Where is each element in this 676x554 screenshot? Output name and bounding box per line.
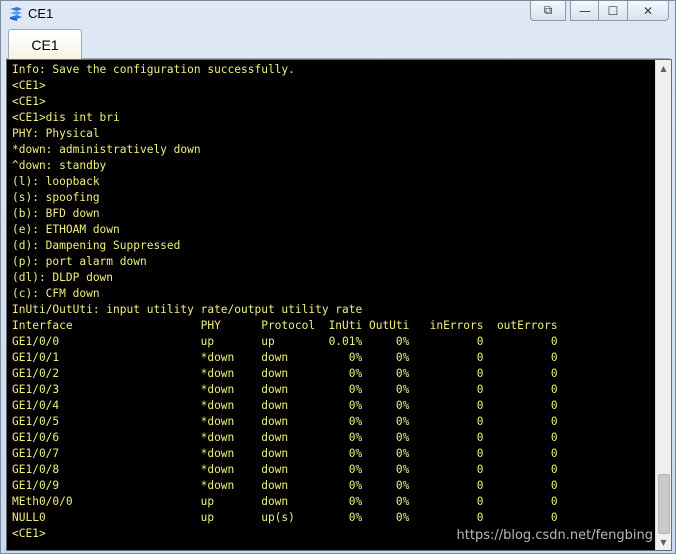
console-line: (c): CFM down bbox=[12, 287, 100, 300]
console-line: GE1/0/7 *down down 0% 0% 0 0 bbox=[12, 447, 558, 460]
console-output: Info: Save the configuration successfull… bbox=[12, 62, 652, 548]
maximize-button[interactable]: ☐ bbox=[598, 1, 628, 21]
console-line: (p): port alarm down bbox=[12, 255, 147, 268]
console-line: (s): spoofing bbox=[12, 191, 100, 204]
app-icon bbox=[10, 7, 22, 21]
console-line: GE1/0/4 *down down 0% 0% 0 0 bbox=[12, 399, 558, 412]
console-line: GE1/0/2 *down down 0% 0% 0 0 bbox=[12, 367, 558, 380]
tab-strip: CE1 bbox=[6, 28, 670, 59]
console-line: *down: administratively down bbox=[12, 143, 201, 156]
scrollbar-thumb[interactable] bbox=[658, 474, 670, 534]
minimize-button[interactable]: — bbox=[570, 1, 600, 21]
console-line: <CE1> bbox=[12, 79, 46, 92]
terminal-pane[interactable]: Info: Save the configuration successfull… bbox=[6, 59, 672, 551]
maximize-icon: ☐ bbox=[607, 3, 619, 18]
console-line: (d): Dampening Suppressed bbox=[12, 239, 181, 252]
console-line: PHY: Physical bbox=[12, 127, 100, 140]
console-line: GE1/0/5 *down down 0% 0% 0 0 bbox=[12, 415, 558, 428]
console-line: Info: Save the configuration successfull… bbox=[12, 63, 295, 76]
scroll-down-icon[interactable]: ▼ bbox=[656, 534, 671, 550]
console-line: InUti/OutUti: input utility rate/output … bbox=[12, 303, 363, 316]
console-line: GE1/0/3 *down down 0% 0% 0 0 bbox=[12, 383, 558, 396]
close-button[interactable]: ✕ bbox=[627, 1, 669, 21]
terminal-window: CE1 ⧉ — ☐ ✕ CE1 Info: Save the configura… bbox=[0, 0, 676, 554]
console-line: GE1/0/1 *down down 0% 0% 0 0 bbox=[12, 351, 558, 364]
minimize-icon: — bbox=[579, 3, 591, 18]
console-line: <CE1>dis int bri bbox=[12, 111, 120, 124]
restore-icon: ⧉ bbox=[543, 3, 553, 17]
console-line: GE1/0/0 up up 0.01% 0% 0 0 bbox=[12, 335, 558, 348]
console-line: MEth0/0/0 up down 0% 0% 0 0 bbox=[12, 495, 558, 508]
tab-ce1[interactable]: CE1 bbox=[8, 29, 82, 59]
window-title: CE1 bbox=[28, 6, 54, 21]
console-line: ^down: standby bbox=[12, 159, 107, 172]
console-line: Interface PHY Protocol InUti OutUti inEr… bbox=[12, 319, 558, 332]
console-line: NULL0 up up(s) 0% 0% 0 0 bbox=[12, 511, 558, 524]
close-icon: ✕ bbox=[642, 3, 654, 18]
console-line: <CE1> bbox=[12, 95, 46, 108]
console-line: (dl): DLDP down bbox=[12, 271, 114, 284]
console-line: GE1/0/8 *down down 0% 0% 0 0 bbox=[12, 463, 558, 476]
console-line: GE1/0/9 *down down 0% 0% 0 0 bbox=[12, 479, 558, 492]
console-line: (l): loopback bbox=[12, 175, 100, 188]
console-line: (e): ETHOAM down bbox=[12, 223, 120, 236]
watermark-text: https://blog.csdn.net/fengbing bbox=[456, 528, 653, 543]
console-line: (b): BFD down bbox=[12, 207, 100, 220]
restore-window-button[interactable]: ⧉ bbox=[530, 1, 566, 21]
vertical-scrollbar[interactable]: ▲ ▼ bbox=[655, 60, 671, 550]
title-bar[interactable]: CE1 ⧉ — ☐ ✕ bbox=[1, 1, 675, 27]
console-line: GE1/0/6 *down down 0% 0% 0 0 bbox=[12, 431, 558, 444]
scroll-up-icon[interactable]: ▲ bbox=[656, 60, 671, 76]
